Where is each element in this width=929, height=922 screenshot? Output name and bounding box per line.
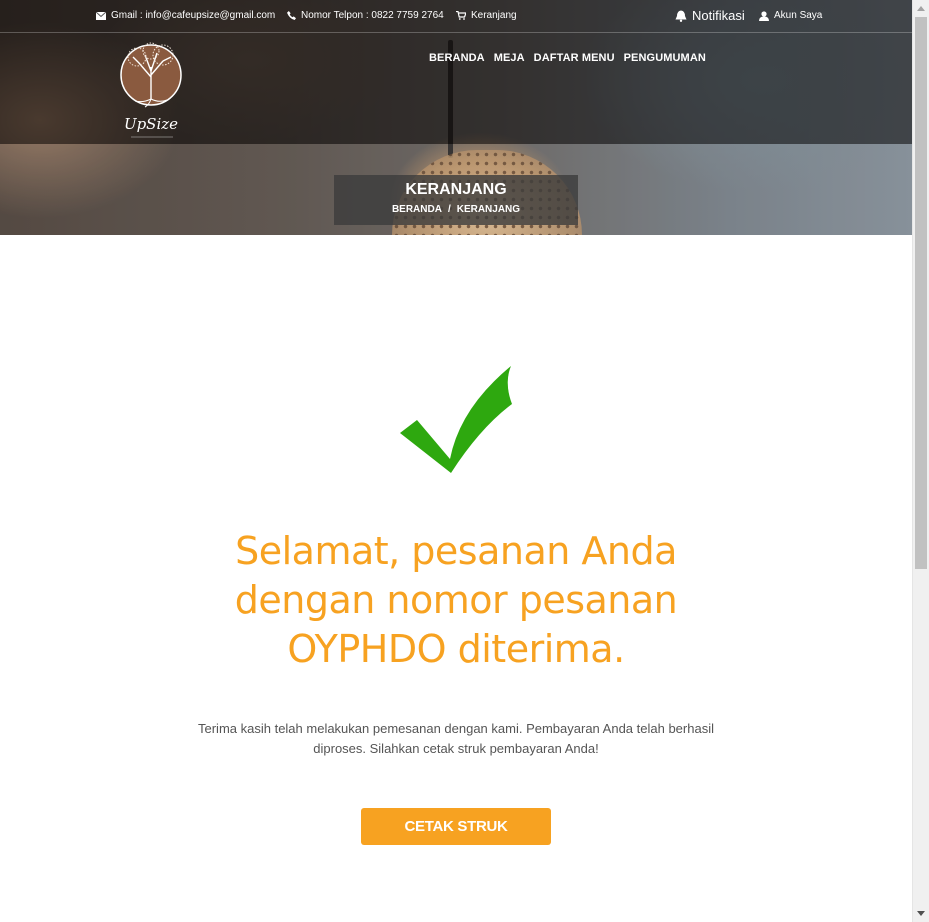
email-contact[interactable]: Gmail : info@cafeupsize@gmail.com — [96, 10, 275, 21]
hero-banner: Gmail : info@cafeupsize@gmail.com Nomor … — [0, 0, 912, 235]
scroll-down-arrow-icon[interactable] — [917, 911, 925, 916]
nav-beranda[interactable]: BERANDA — [429, 52, 485, 64]
cart-icon — [456, 11, 466, 20]
page-title: KERANJANG — [405, 181, 507, 198]
success-description: Terima kasih telah melakukan pemesanan d… — [170, 719, 742, 759]
notifications-link[interactable]: Notifikasi — [675, 8, 745, 23]
breadcrumb: BERANDA / KERANJANG — [334, 204, 578, 215]
cafe-logo[interactable]: UpSize — [115, 37, 187, 143]
phone-icon — [287, 11, 296, 20]
description-line-1: Terima kasih telah melakukan pemesanan d… — [198, 721, 714, 736]
nav-pengumuman[interactable]: PENGUMUMAN — [624, 52, 706, 64]
headline-line-3: OYPHDO diterima. — [287, 627, 625, 671]
mail-icon — [96, 11, 106, 20]
top-bar: Gmail : info@cafeupsize@gmail.com Nomor … — [0, 0, 912, 33]
main-nav: BERANDA MEJA DAFTAR MENU PENGUMUMAN — [429, 52, 706, 64]
cart-label: Keranjang — [471, 10, 517, 21]
print-receipt-button[interactable]: CETAK STRUK — [361, 808, 551, 845]
nav-meja[interactable]: MEJA — [494, 52, 525, 64]
vertical-scrollbar[interactable] — [912, 0, 929, 922]
success-headline: Selamat, pesanan Anda dengan nomor pesan… — [160, 527, 752, 674]
phone-contact[interactable]: Nomor Telpon : 0822 7759 2764 — [287, 10, 444, 21]
breadcrumb-separator: / — [447, 204, 451, 215]
logo-text: UpSize — [124, 115, 178, 133]
cart-link[interactable]: Keranjang — [456, 10, 517, 21]
headline-line-1: Selamat, pesanan Anda — [235, 529, 677, 573]
user-icon — [759, 10, 769, 21]
headline-line-2: dengan nomor pesanan — [234, 578, 678, 622]
bell-icon — [675, 10, 687, 22]
account-link[interactable]: Akun Saya — [759, 10, 822, 21]
nav-daftar-menu[interactable]: DAFTAR MENU — [534, 52, 615, 64]
page-title-box: KERANJANG BERANDA / KERANJANG — [334, 175, 578, 225]
notifications-label: Notifikasi — [692, 8, 745, 23]
checkmark-icon — [400, 366, 512, 473]
description-line-2: diproses. Silahkan cetak struk pembayara… — [313, 741, 599, 756]
breadcrumb-home[interactable]: BERANDA — [392, 204, 442, 215]
account-label: Akun Saya — [774, 10, 823, 21]
breadcrumb-current: KERANJANG — [456, 204, 521, 215]
scroll-thumb[interactable] — [915, 17, 927, 569]
scroll-up-arrow-icon[interactable] — [917, 6, 925, 11]
phone-text: Nomor Telpon : 0822 7759 2764 — [301, 10, 444, 21]
email-text: Gmail : info@cafeupsize@gmail.com — [111, 10, 276, 21]
